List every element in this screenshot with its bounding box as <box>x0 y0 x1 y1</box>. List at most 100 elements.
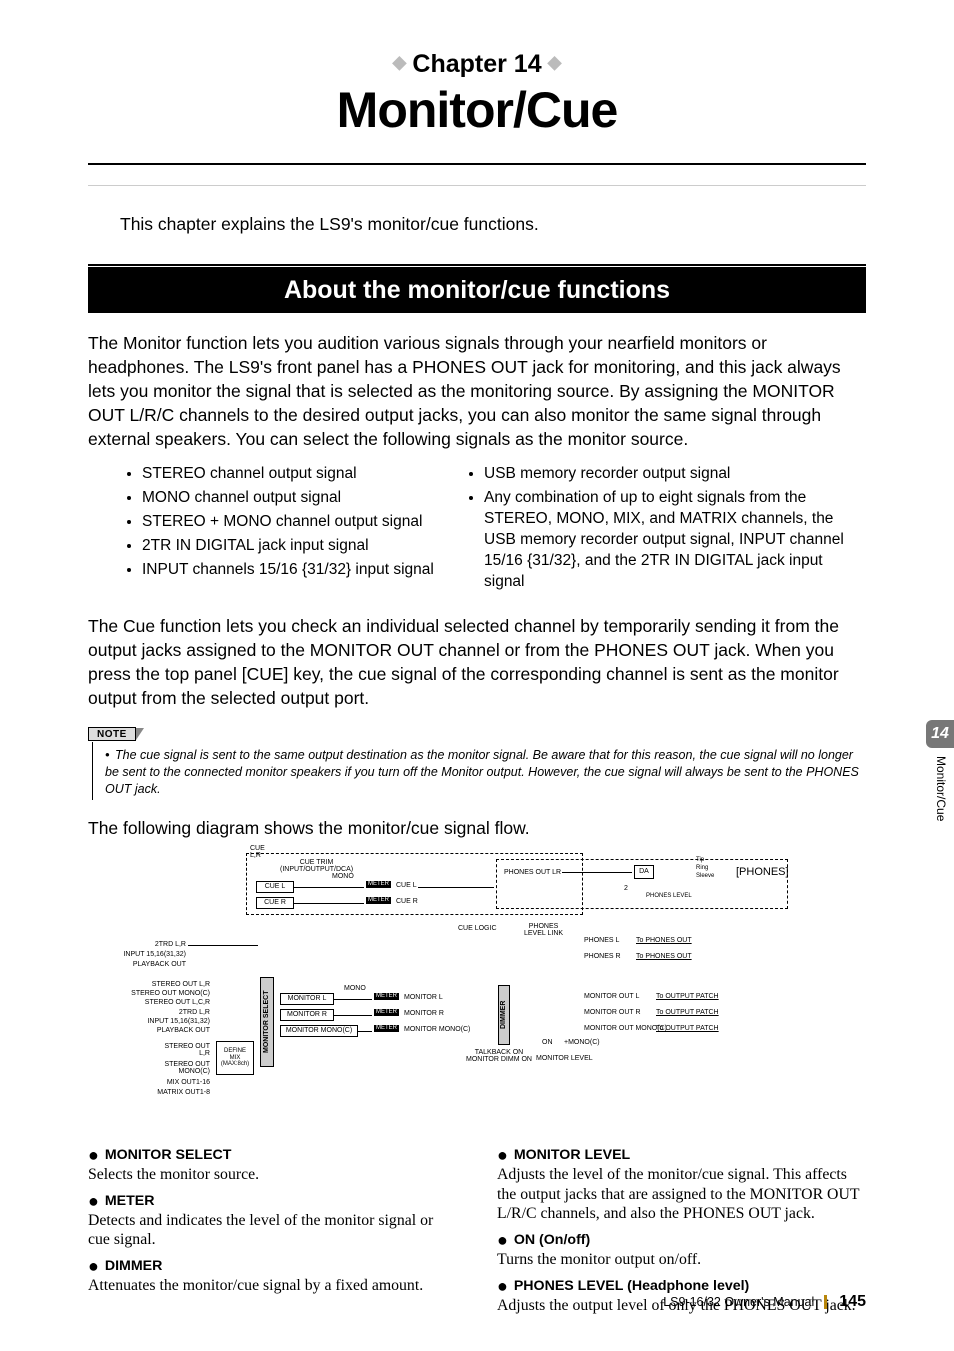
chapter-title: Monitor/Cue <box>88 81 866 165</box>
chapter-intro-text: This chapter explains the LS9's monitor/… <box>120 212 866 237</box>
page-number: 145 <box>839 1293 866 1311</box>
def-body: Detects and indicates the level of the m… <box>88 1211 457 1250</box>
diagram-label: PHONES OUT LR <box>504 869 561 876</box>
diagram-label: INPUT 15,16(31,32) <box>92 951 186 958</box>
diagram-label: To OUTPUT PATCH <box>656 993 719 1000</box>
tab-chapter-number: 14 <box>926 720 954 748</box>
diagram-label: CUE L,R <box>250 845 265 859</box>
diagram-label: MONITOR L <box>404 994 443 1001</box>
divider <box>88 185 866 186</box>
diagram-label: CUE R <box>396 898 418 905</box>
diagram-label: To PHONES OUT <box>636 953 692 960</box>
note-text: • The cue signal is sent to the same out… <box>92 742 866 800</box>
diagram-label: STEREO OUT L,R <box>116 981 210 988</box>
diagram-label: CUE TRIM (INPUT/OUTPUT/DCA) <box>280 859 353 873</box>
list-item: USB memory recorder output signal <box>484 464 866 485</box>
diagram-label: MIX OUT1-16 <box>134 1079 210 1086</box>
diagram-label: MONITOR OUT L <box>584 993 639 1000</box>
page-footer: LS9-16/32 Owner's Manual 145 <box>663 1293 866 1311</box>
chapter-label: ◆Chapter 14◆ <box>88 50 866 79</box>
diagram-label: PLAYBACK OUT <box>126 1027 210 1034</box>
diagram-label: Sleeve <box>696 873 714 879</box>
def-heading-meter: ● METER <box>88 1193 457 1209</box>
chapter-number-text: Chapter 14 <box>412 50 541 78</box>
section-heading: About the monitor/cue functions <box>88 267 866 313</box>
side-tab: 14 Monitor/Cue <box>926 720 954 821</box>
diagram-label: 2TRD L,R <box>134 1009 210 1016</box>
diagram-label: STEREO OUT L,R <box>128 1043 210 1057</box>
def-body: Adjusts the level of the monitor/cue sig… <box>497 1165 866 1224</box>
list-item: INPUT channels 15/16 {31/32} input signa… <box>142 560 434 581</box>
diagram-box: CUE R <box>256 897 294 909</box>
def-heading-monitor-select: ● MONITOR SELECT <box>88 1147 457 1163</box>
diagram-label: CUE LOGIC <box>458 925 497 932</box>
paragraph-1: The Monitor function lets you audition v… <box>88 331 866 452</box>
diagram-label: Tip <box>696 857 704 863</box>
diagram-label: PHONES LEVEL <box>646 893 692 899</box>
diagram-label: 2TRD L,R <box>110 941 186 948</box>
diagram-label: STEREO OUT MONO(C) <box>128 1061 210 1075</box>
list-item: MONO channel output signal <box>142 488 434 509</box>
diagram-label: MATRIX OUT1-8 <box>128 1089 210 1096</box>
diagram-label: PHONES R <box>584 953 621 960</box>
list-item: 2TR IN DIGITAL jack input signal <box>142 536 434 557</box>
diagram-label: PLAYBACK OUT <box>102 961 186 968</box>
paragraph-2: The Cue function lets you check an indiv… <box>88 614 866 711</box>
diagram-label: STEREO OUT MONO(C) <box>102 990 210 997</box>
diagram-label: +MONO(C) <box>564 1039 600 1046</box>
bullet-list-right: USB memory recorder output signal Any co… <box>466 464 866 593</box>
diagram-label: To PHONES OUT <box>636 937 692 944</box>
diagram-label: INPUT 15,16(31,32) <box>116 1018 210 1025</box>
diagram-box-vertical: MONITOR SELECT <box>260 977 274 1067</box>
diagram-label-phones: [PHONES] <box>736 867 789 878</box>
diagram-label: Ring <box>696 865 708 871</box>
note-label: NOTE <box>88 727 136 741</box>
diagram-label: PHONES L <box>584 937 619 944</box>
diagram-label: MONITOR MONO(C) <box>404 1026 470 1033</box>
def-body: Turns the monitor output on/off. <box>497 1250 866 1270</box>
diagram-label: MONO <box>332 873 354 880</box>
diamond-right-icon: ◆ <box>548 52 562 72</box>
diagram-label: To OUTPUT PATCH <box>656 1009 719 1016</box>
tab-chapter-title: Monitor/Cue <box>934 756 948 821</box>
def-heading-on: ● ON (On/off) <box>497 1232 866 1248</box>
diamond-left-icon: ◆ <box>393 52 407 72</box>
diagram-label: ON <box>542 1039 553 1046</box>
signal-flow-diagram: CUE L,R CUE TRIM (INPUT/OUTPUT/DCA) CUE … <box>88 845 713 1115</box>
diagram-label: 2 <box>624 885 628 892</box>
diagram-box-vertical: DIMMER <box>498 985 510 1045</box>
def-body: Selects the monitor source. <box>88 1165 457 1185</box>
diagram-caption: The following diagram shows the monitor/… <box>88 818 866 839</box>
diagram-label: CUE L <box>396 882 417 889</box>
bullet-list-left: STEREO channel output signal MONO channe… <box>124 464 434 581</box>
diagram-box: MONITOR MONO(C) <box>280 1025 358 1037</box>
def-body: Attenuates the monitor/cue signal by a f… <box>88 1276 457 1296</box>
footer-divider-icon <box>824 1295 827 1309</box>
diagram-label: MONO <box>344 985 366 992</box>
meter-icon: METER <box>374 1009 399 1016</box>
diagram-box: DA <box>634 865 654 879</box>
diagram-label: To OUTPUT PATCH <box>656 1025 719 1032</box>
note-body: The cue signal is sent to the same outpu… <box>105 748 859 796</box>
diagram-label: MONITOR OUT MONO(C) <box>584 1025 667 1032</box>
def-heading-dimmer: ● DIMMER <box>88 1258 457 1274</box>
diagram-label: MONITOR R <box>404 1010 444 1017</box>
meter-icon: METER <box>366 881 391 888</box>
diagram-label: MONITOR OUT R <box>584 1009 641 1016</box>
def-heading-phones-level: ● PHONES LEVEL (Headphone level) <box>497 1278 866 1294</box>
meter-icon: METER <box>374 993 399 1000</box>
diagram-label: STEREO OUT L,C,R <box>108 999 210 1006</box>
list-item: Any combination of up to eight signals f… <box>484 488 866 593</box>
manual-title-footer: LS9-16/32 Owner's Manual <box>663 1295 814 1309</box>
def-heading-monitor-level: ● MONITOR LEVEL <box>497 1147 866 1163</box>
source-bullets: STEREO channel output signal MONO channe… <box>124 461 866 596</box>
diagram-label: MONITOR LEVEL <box>536 1055 593 1062</box>
diagram-box: MONITOR R <box>280 1009 334 1021</box>
diagram-box: MONITOR L <box>280 993 334 1005</box>
list-item: STEREO channel output signal <box>142 464 434 485</box>
meter-icon: METER <box>374 1025 399 1032</box>
diagram-box: DEFINE MIX (MAX:8ch) <box>216 1041 254 1075</box>
list-item: STEREO + MONO channel output signal <box>142 512 434 533</box>
note-block: NOTE • The cue signal is sent to the sam… <box>88 724 866 800</box>
diagram-label: PHONES LEVEL LINK <box>524 923 563 937</box>
